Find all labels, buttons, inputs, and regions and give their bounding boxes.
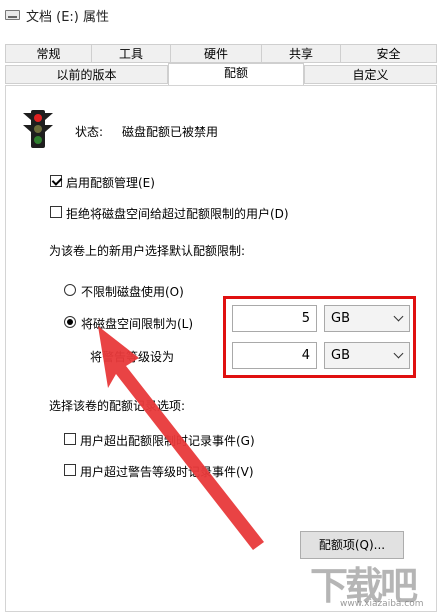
limit-unit-select[interactable]: GB [324,305,410,332]
tab-general[interactable]: 常规 [5,44,92,63]
watermark-url: www.xiazaiba.com [340,599,424,609]
tab-sharing[interactable]: 共享 [261,44,341,63]
status-label: 状态: [75,125,104,139]
tab-previous-versions[interactable]: 以前的版本 [5,65,168,84]
tab-security[interactable]: 安全 [340,44,437,63]
warning-unit-select[interactable]: GB [324,342,410,369]
title-bar: 文档 (E:) 属性 [0,0,443,30]
tab-customize[interactable]: 自定义 [304,65,437,84]
warning-level-label: 将警告等级设为 [90,350,175,364]
warning-value-input[interactable]: 4 [232,342,317,369]
tab-tools[interactable]: 工具 [91,44,171,63]
enable-quota-label[interactable]: 启用配额管理(E) [66,174,155,191]
tab-quota[interactable]: 配额 [168,63,304,85]
limit-value-input[interactable]: 5 [232,305,317,332]
traffic-light-icon [23,110,53,148]
limit-unit-value: GB [331,311,350,326]
enable-quota-checkbox[interactable] [50,175,62,187]
status-value: 磁盘配额已被禁用 [122,125,219,139]
log-over-warning-checkbox[interactable] [64,464,76,476]
log-over-limit-label[interactable]: 用户超出配额限制时记录事件(G) [80,432,255,449]
logging-heading: 选择该卷的配额记录选项: [49,399,186,413]
default-limits-heading: 为该卷上的新用户选择默认配额限制: [49,244,246,258]
chevron-down-icon [393,311,404,322]
no-limit-label[interactable]: 不限制磁盘使用(O) [81,283,184,300]
limit-disk-radio[interactable] [64,316,76,328]
no-limit-radio[interactable] [64,284,76,296]
tab-hardware[interactable]: 硬件 [170,44,262,63]
watermark-logo: 下载吧 www.xiazaiba.com [310,555,440,610]
limit-disk-label[interactable]: 将磁盘空间限制为(L) [81,315,193,332]
log-over-limit-checkbox[interactable] [64,433,76,445]
chevron-down-icon [393,348,404,359]
log-over-warning-label[interactable]: 用户超过警告等级时记录事件(V) [80,463,254,480]
drive-icon [5,10,20,20]
deny-space-checkbox[interactable] [50,206,62,218]
warning-unit-value: GB [331,348,350,363]
window-title: 文档 (E:) 属性 [26,10,110,25]
deny-space-label[interactable]: 拒绝将磁盘空间给超过配额限制的用户(D) [66,205,289,222]
